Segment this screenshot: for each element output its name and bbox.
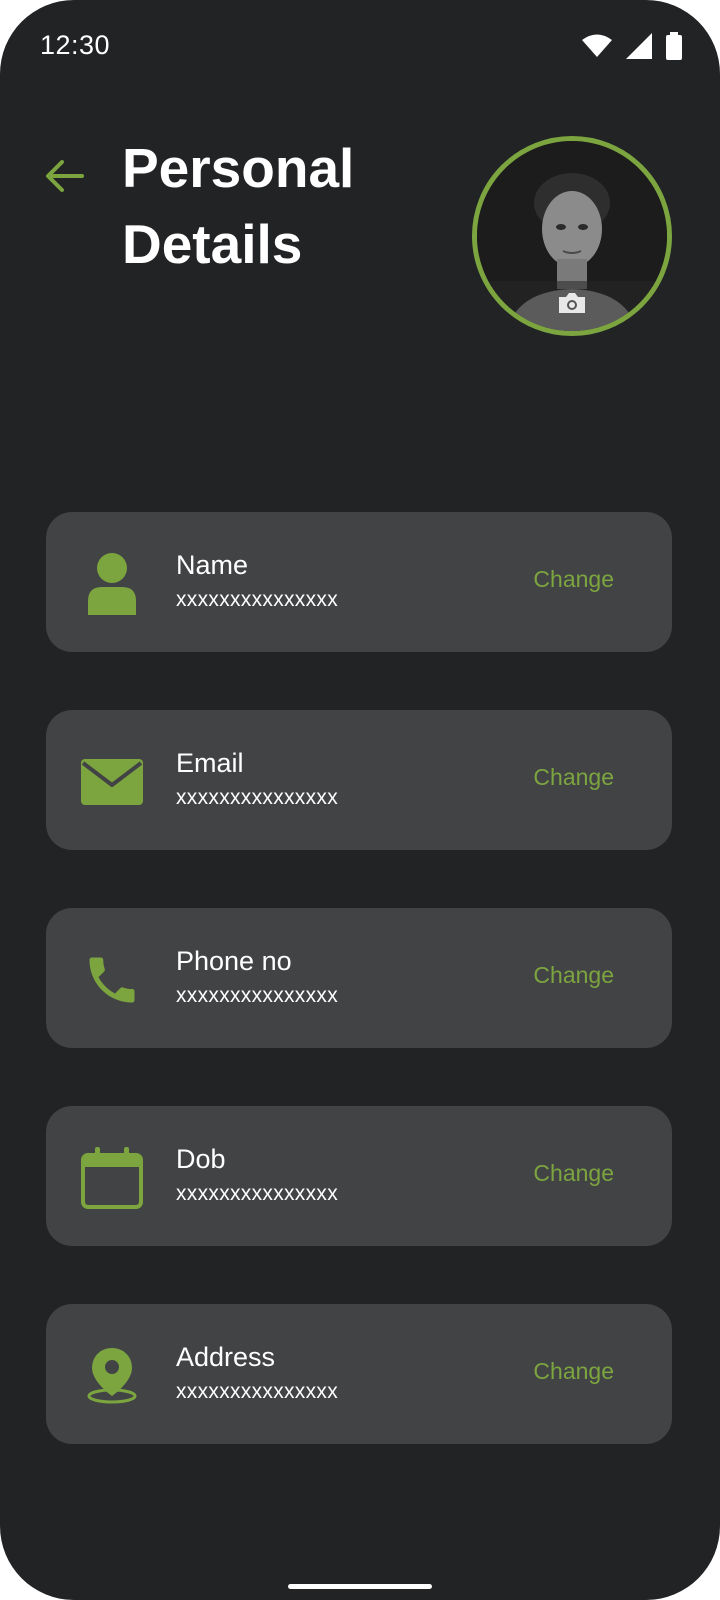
field-card-email: Email xxxxxxxxxxxxxxx Change bbox=[46, 710, 672, 850]
change-address-button[interactable]: Change bbox=[533, 1358, 614, 1385]
field-value-phone: xxxxxxxxxxxxxxx bbox=[176, 984, 338, 1007]
change-name-button[interactable]: Change bbox=[533, 566, 614, 593]
change-email-button[interactable]: Change bbox=[533, 764, 614, 791]
profile-avatar[interactable] bbox=[472, 136, 672, 336]
person-icon bbox=[80, 552, 144, 616]
camera-icon bbox=[557, 291, 587, 315]
arrow-left-icon bbox=[44, 158, 84, 199]
field-card-address: Address xxxxxxxxxxxxxxx Change bbox=[46, 1304, 672, 1444]
calendar-icon bbox=[80, 1146, 144, 1210]
field-card-name: Name xxxxxxxxxxxxxxx Change bbox=[46, 512, 672, 652]
home-indicator[interactable] bbox=[288, 1584, 432, 1589]
field-value-address: xxxxxxxxxxxxxxx bbox=[176, 1380, 338, 1403]
field-label-phone: Phone no bbox=[176, 946, 292, 976]
field-label-address: Address bbox=[176, 1342, 276, 1372]
status-icons bbox=[582, 32, 682, 60]
cellular-signal-icon bbox=[626, 33, 652, 59]
back-button[interactable] bbox=[40, 154, 88, 202]
location-pin-icon bbox=[80, 1344, 144, 1408]
phone-icon bbox=[80, 948, 144, 1012]
change-phone-button[interactable]: Change bbox=[533, 962, 614, 989]
mail-icon bbox=[80, 750, 144, 814]
field-value-email: xxxxxxxxxxxxxxx bbox=[176, 786, 338, 809]
field-value-dob: xxxxxxxxxxxxxxx bbox=[176, 1182, 338, 1205]
field-card-phone: Phone no xxxxxxxxxxxxxxx Change bbox=[46, 908, 672, 1048]
wifi-icon bbox=[582, 34, 612, 58]
status-bar: 12:30 bbox=[0, 0, 720, 96]
battery-icon bbox=[666, 32, 682, 60]
field-value-name: xxxxxxxxxxxxxxx bbox=[176, 588, 338, 611]
avatar-camera-button[interactable] bbox=[477, 281, 667, 331]
page-title: Personal Details bbox=[122, 137, 355, 275]
field-label-name: Name bbox=[176, 550, 249, 580]
field-label-dob: Dob bbox=[176, 1144, 226, 1174]
phone-screen: 12:30 Personal Details Name xxxxxxxxxxxx… bbox=[0, 0, 720, 1600]
change-dob-button[interactable]: Change bbox=[533, 1160, 614, 1187]
status-time: 12:30 bbox=[40, 30, 111, 60]
field-label-email: Email bbox=[176, 748, 244, 778]
field-card-dob: Dob xxxxxxxxxxxxxxx Change bbox=[46, 1106, 672, 1246]
